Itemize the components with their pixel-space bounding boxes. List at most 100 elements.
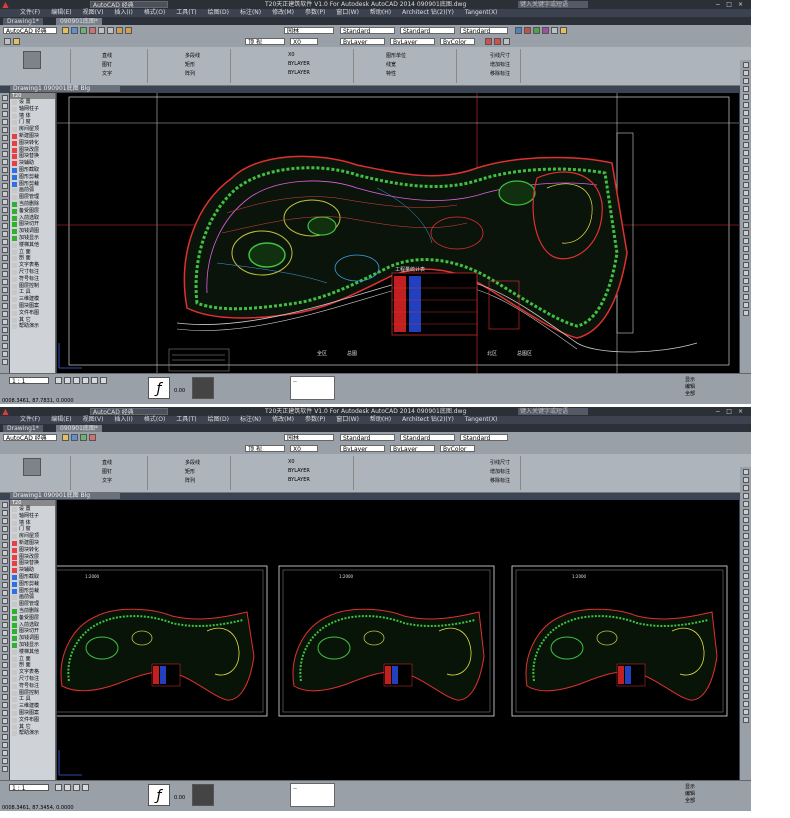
tool-panel-item[interactable]: 图层控制 xyxy=(10,283,55,290)
tool-panel-item[interactable]: 当前删除 xyxy=(10,608,55,615)
tool-panel-item[interactable]: 文字表格 xyxy=(10,669,55,676)
menu-format[interactable]: 格式(O) xyxy=(144,9,165,17)
menu-dimension[interactable]: 标注(N) xyxy=(240,416,261,424)
menu-architect[interactable]: Architect 钻(2)(Y) xyxy=(402,9,454,17)
ribbon-pin[interactable]: 图钉 xyxy=(102,468,112,475)
tool-panel-item[interactable]: 尺寸标注 xyxy=(10,676,55,683)
ribbon-layer-row3[interactable]: BYLAYER xyxy=(288,70,310,76)
polar-icon[interactable] xyxy=(82,377,89,384)
sheet-set-icon[interactable] xyxy=(542,27,549,34)
pan-icon[interactable] xyxy=(116,27,123,34)
new-icon[interactable] xyxy=(62,27,69,34)
ribbon-pin[interactable]: 图钉 xyxy=(102,61,112,68)
ribbon-layer-row1[interactable]: X0 xyxy=(288,459,295,465)
workspace-select[interactable]: AutoCAD 经典 xyxy=(90,408,168,416)
tool-panel-item[interactable]: 图形剪裁 xyxy=(10,581,55,588)
dim-style-select[interactable]: Standard xyxy=(400,27,455,34)
menu-draw[interactable]: 绘图(D) xyxy=(208,9,229,17)
view-select[interactable]: 顶 视 xyxy=(245,445,285,452)
tool-panel-item[interactable]: 文件布图 xyxy=(10,310,55,317)
tool-panel-item[interactable]: 图层管理 xyxy=(10,194,55,201)
ribbon-layer-row2[interactable]: BYLAYER xyxy=(288,61,310,67)
status-right-2[interactable]: 编辑 xyxy=(685,790,695,797)
tool-panel-item[interactable]: 轴网柱子 xyxy=(10,106,55,113)
status-right-1[interactable]: 显示 xyxy=(685,783,695,790)
dim-style-select[interactable]: Standard xyxy=(400,434,455,441)
layer-select[interactable]: 园林 xyxy=(284,434,334,441)
save-icon[interactable] xyxy=(80,434,87,441)
menu-draw[interactable]: 绘图(D) xyxy=(208,416,229,424)
text-style-select[interactable]: Standard xyxy=(340,434,395,441)
tool-panel-item[interactable]: 加钱显示 xyxy=(10,235,55,242)
search-input[interactable]: 键入关键字或短语 xyxy=(518,408,588,415)
ribbon-leader-dim[interactable]: 引线尺寸 xyxy=(490,459,510,466)
tool-panel-item[interactable]: 当前删除 xyxy=(10,201,55,208)
doc-tab-090901[interactable]: 090901底图* xyxy=(56,18,102,25)
ribbon-polyline[interactable]: 多段线 xyxy=(185,52,200,59)
hatch-icon[interactable] xyxy=(485,38,492,45)
menu-tangent[interactable]: Tangent(X) xyxy=(465,9,498,17)
tool-panel-item[interactable]: 图层管理 xyxy=(10,601,55,608)
grid-icon[interactable] xyxy=(64,377,71,384)
zoom-icon[interactable] xyxy=(125,27,132,34)
snap-icon[interactable] xyxy=(55,377,62,384)
draw-icon[interactable] xyxy=(23,458,41,476)
tool-panel-item[interactable]: 立 面 xyxy=(10,249,55,256)
menu-insert[interactable]: 插入(I) xyxy=(114,416,132,424)
layer-state-icon[interactable] xyxy=(13,38,20,45)
menu-edit[interactable]: 编辑(E) xyxy=(51,9,71,17)
tool-panel-item[interactable]: 块辅助 xyxy=(10,567,55,574)
tool-panel-item[interactable]: 图层控制 xyxy=(10,690,55,697)
color-select[interactable]: ByLayer xyxy=(340,38,385,45)
tool-panel-item[interactable]: 帮助演示 xyxy=(10,323,55,330)
tool-panel-item[interactable]: 轴网柱子 xyxy=(10,513,55,520)
tool-panel-item[interactable]: 图块转化 xyxy=(10,140,55,147)
tool-panel-item[interactable]: 图形截取 xyxy=(10,167,55,174)
menu-tools[interactable]: 工具(T) xyxy=(176,9,196,17)
linetype-scale-field[interactable]: 1 : 1 xyxy=(9,784,49,792)
tool-panel-item[interactable]: 图块转化 xyxy=(10,547,55,554)
ribbon-remove-dim[interactable]: 移除标注 xyxy=(490,477,510,484)
tool-panel-item[interactable]: 设 置 xyxy=(10,506,55,513)
menu-window[interactable]: 窗口(W) xyxy=(336,9,359,17)
drawing-canvas[interactable]: 1:2000 1:2000 1:2000 xyxy=(57,500,739,780)
polar-icon[interactable] xyxy=(82,784,89,791)
lineweight-select[interactable]: ByColor xyxy=(440,38,475,45)
tool-panel-item[interactable]: 文字表格 xyxy=(10,262,55,269)
ribbon-layer-row3[interactable]: BYLAYER xyxy=(288,477,310,483)
table-style-select[interactable]: Standard xyxy=(460,27,508,34)
window-controls[interactable]: −□× xyxy=(715,407,749,416)
ribbon-rectangle[interactable]: 矩形 xyxy=(185,61,195,68)
tool-panel-item[interactable]: 备受图层 xyxy=(10,208,55,215)
tool-panel-item[interactable]: 三维建模 xyxy=(10,296,55,303)
doc-tab-090901[interactable]: 090901底图* xyxy=(56,425,102,432)
ribbon-units[interactable]: 图形单位 xyxy=(386,52,406,59)
doc-tab-drawing1[interactable]: Drawing1* xyxy=(3,425,43,432)
status-right-1[interactable]: 显示 xyxy=(685,376,695,383)
viewport-tab[interactable]: Drawing1 090901底图 Blg xyxy=(10,492,120,499)
help-icon[interactable] xyxy=(560,27,567,34)
tool-panel-item[interactable]: 立 面 xyxy=(10,656,55,663)
calculator-pad-icon[interactable] xyxy=(192,377,214,399)
ribbon-rectangle[interactable]: 矩形 xyxy=(185,468,195,475)
menu-tangent[interactable]: Tangent(X) xyxy=(465,416,498,424)
autocad-logo-icon[interactable]: ▲ xyxy=(1,407,10,416)
tool-panel-item[interactable]: 楼梯其他 xyxy=(10,649,55,656)
ribbon-array[interactable]: 阵列 xyxy=(185,70,195,77)
viewport-tab[interactable]: Drawing1 090901底图 Blg xyxy=(10,85,120,92)
tool-panel-item[interactable]: 文件布图 xyxy=(10,717,55,724)
tool-panel-item[interactable]: 帮助演示 xyxy=(10,730,55,737)
menu-view[interactable]: 视图(V) xyxy=(83,416,104,424)
linetype-select[interactable]: ByLayer xyxy=(390,38,435,45)
tool-panel-item[interactable]: 设 置 xyxy=(10,99,55,106)
save-icon[interactable] xyxy=(80,27,87,34)
status-right-2[interactable]: 编辑 xyxy=(685,383,695,390)
autocad-logo-icon[interactable]: ▲ xyxy=(1,0,10,9)
ribbon-polyline[interactable]: 多段线 xyxy=(185,459,200,466)
otrack-icon[interactable] xyxy=(100,377,107,384)
menu-view[interactable]: 视图(V) xyxy=(83,9,104,17)
ribbon-line[interactable]: 直线 xyxy=(102,459,112,466)
scale-glyph-icon[interactable]: ƒ xyxy=(148,784,170,806)
lineweight-select[interactable]: ByColor xyxy=(440,445,475,452)
text-style-select[interactable]: Standard xyxy=(340,27,395,34)
